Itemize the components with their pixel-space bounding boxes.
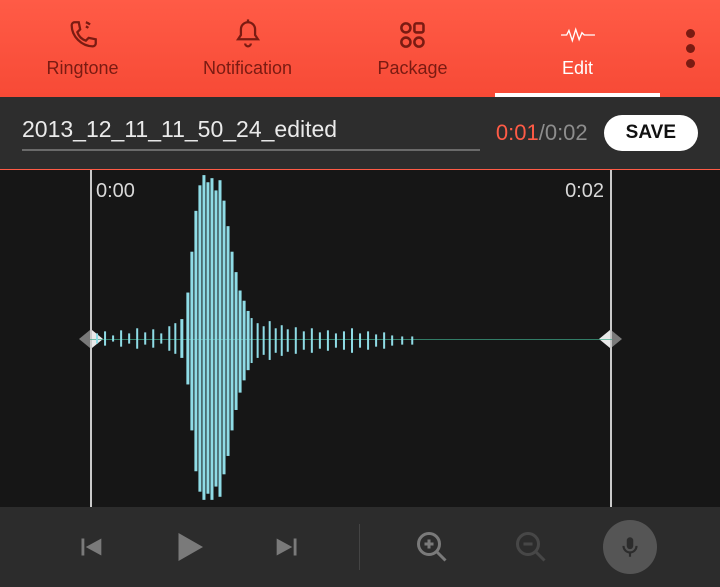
tab-label: Package — [377, 58, 447, 79]
zoom-out-button — [503, 519, 559, 575]
zoom-in-icon — [414, 529, 450, 565]
file-info-row: 2013_12_11_11_50_24_edited 0:01/0:02 SAV… — [0, 97, 720, 170]
chevron-right-icon — [611, 330, 622, 348]
playback-time: 0:01/0:02 — [496, 120, 588, 146]
top-tabbar: Ringtone Notification Packa — [0, 0, 720, 97]
tab-ringtone[interactable]: Ringtone — [0, 0, 165, 97]
microphone-icon — [617, 534, 643, 560]
playback-controls — [0, 507, 720, 587]
current-time: 0:01 — [496, 120, 539, 145]
overflow-menu-button[interactable] — [660, 0, 720, 97]
skip-previous-button[interactable] — [62, 519, 118, 575]
waveform-canvas — [90, 170, 612, 507]
skip-next-button[interactable] — [260, 519, 316, 575]
tab-edit[interactable]: Edit — [495, 0, 660, 97]
chevron-left-icon — [79, 330, 90, 348]
more-vert-icon — [686, 29, 695, 68]
filename-text: 2013_12_11_11_50_24_edited — [22, 116, 480, 151]
tab-notification[interactable]: Notification — [165, 0, 330, 97]
tab-label: Ringtone — [46, 58, 118, 79]
zoom-in-button[interactable] — [404, 519, 460, 575]
record-button[interactable] — [602, 519, 658, 575]
waveform-svg — [90, 170, 612, 507]
waveform-icon — [561, 18, 595, 52]
zoom-out-icon — [513, 529, 549, 565]
tab-label: Edit — [562, 58, 593, 79]
skip-next-icon — [271, 530, 305, 564]
tab-label: Notification — [203, 58, 292, 79]
filename-input[interactable]: 2013_12_11_11_50_24_edited — [22, 116, 480, 151]
package-icon — [396, 18, 430, 52]
phone-ring-icon — [66, 18, 100, 52]
save-button[interactable]: SAVE — [604, 115, 698, 151]
tab-package[interactable]: Package — [330, 0, 495, 97]
play-icon — [168, 526, 210, 568]
play-button[interactable] — [161, 519, 217, 575]
divider — [359, 524, 360, 570]
skip-previous-icon — [73, 530, 107, 564]
total-time: 0:02 — [545, 120, 588, 145]
bell-icon — [231, 18, 265, 52]
waveform-editor[interactable]: 0:00 0:02 — [0, 170, 720, 507]
